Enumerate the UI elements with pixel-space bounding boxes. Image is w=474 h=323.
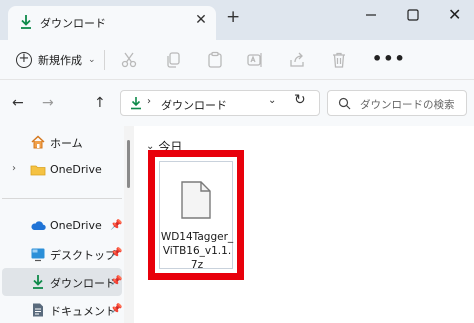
cut-icon[interactable]: [120, 51, 138, 69]
more-options-icon[interactable]: •••: [372, 49, 406, 68]
command-bar: + 新規作成 ⌄ •••: [0, 40, 474, 80]
tab-downloads[interactable]: ダウンロード ✕: [8, 6, 216, 40]
minimize-icon[interactable]: [364, 8, 378, 22]
chevron-down-icon: ⌄: [88, 55, 96, 65]
search-placeholder: ダウンロードの検索: [360, 99, 455, 111]
pin-icon: 📌: [110, 276, 123, 287]
share-icon[interactable]: [288, 51, 306, 69]
delete-icon[interactable]: [330, 51, 348, 69]
navigation-pane: ホーム › OneDrive OneDrive 📌 デスクトップ 📌 ダウンロー…: [0, 126, 124, 323]
address-bar[interactable]: › ダウンロード: [120, 90, 320, 116]
new-tab-icon[interactable]: +: [226, 9, 240, 26]
sidebar-item-home[interactable]: ホーム: [2, 128, 122, 156]
pin-icon: 📌: [110, 304, 123, 315]
download-icon: [33, 275, 43, 289]
rename-icon[interactable]: [246, 51, 264, 69]
address-history-icon[interactable]: ⌄: [268, 95, 276, 106]
sidebar-item-onedrive-personal[interactable]: › OneDrive: [2, 156, 122, 184]
back-icon[interactable]: ←: [12, 95, 24, 111]
sidebar-divider: [2, 198, 122, 199]
close-icon[interactable]: ✕: [448, 5, 461, 24]
new-button[interactable]: + 新規作成 ⌄: [10, 47, 102, 73]
file-name: WD14Tagger_ViTB16_v1.1.7z: [160, 231, 234, 271]
new-button-label: 新規作成: [38, 54, 82, 67]
plus-circle-icon: +: [16, 52, 32, 68]
navigation-bar: ← → ↑ › ダウンロード ⌄ ↻ ダウンロードの検索: [0, 80, 474, 126]
tab-label: ダウンロード: [40, 17, 106, 30]
sidebar-item-onedrive[interactable]: OneDrive 📌: [2, 212, 122, 240]
tab-close-icon[interactable]: ✕: [192, 12, 210, 28]
file-icon: [181, 181, 211, 219]
sidebar-item-label: OneDrive: [50, 219, 102, 232]
breadcrumb-separator-icon: ›: [147, 96, 151, 107]
refresh-icon[interactable]: ↻: [294, 92, 306, 108]
up-icon[interactable]: ↑: [94, 95, 106, 111]
sidebar-item-desktop[interactable]: デスクトップ 📌: [2, 240, 122, 268]
breadcrumb-downloads[interactable]: ダウンロード: [161, 97, 227, 113]
cloud-icon: [31, 221, 46, 230]
sidebar-item-downloads[interactable]: ダウンロード 📌: [2, 268, 122, 296]
copy-icon[interactable]: [164, 51, 182, 69]
chevron-right-icon[interactable]: ›: [12, 163, 16, 174]
file-view: ⌄ 今日 WD14Tagger_ViTB16_v1.1.7z: [134, 126, 474, 323]
pin-icon: 📌: [110, 220, 123, 231]
download-icon: [131, 97, 141, 110]
home-icon: [31, 135, 45, 149]
sidebar-item-label: デスクトップ: [50, 249, 116, 262]
sidebar-scrollbar[interactable]: [127, 140, 130, 188]
pin-icon: 📌: [110, 248, 123, 259]
toolbar-divider: [104, 50, 105, 70]
sidebar-item-label: ホーム: [50, 137, 83, 150]
sidebar-item-label: ダウンロード: [50, 277, 116, 290]
document-icon: [33, 303, 43, 317]
desktop-icon: [31, 248, 45, 262]
search-icon: [338, 97, 351, 110]
folder-icon: [30, 165, 46, 176]
forward-icon[interactable]: →: [42, 95, 54, 111]
download-icon: [21, 15, 31, 29]
search-input[interactable]: ダウンロードの検索: [327, 90, 467, 116]
file-tile: WD14Tagger_ViTB16_v1.1.7z: [159, 161, 234, 271]
title-bar: ダウンロード ✕ + ✕: [0, 0, 474, 40]
sidebar-item-documents[interactable]: ドキュメント 📌: [2, 296, 122, 323]
maximize-icon[interactable]: [406, 8, 420, 22]
sidebar-item-label: OneDrive: [50, 163, 102, 176]
sidebar-item-label: ドキュメント: [50, 305, 116, 318]
paste-icon[interactable]: [206, 51, 224, 69]
file-item[interactable]: WD14Tagger_ViTB16_v1.1.7z: [148, 150, 244, 280]
